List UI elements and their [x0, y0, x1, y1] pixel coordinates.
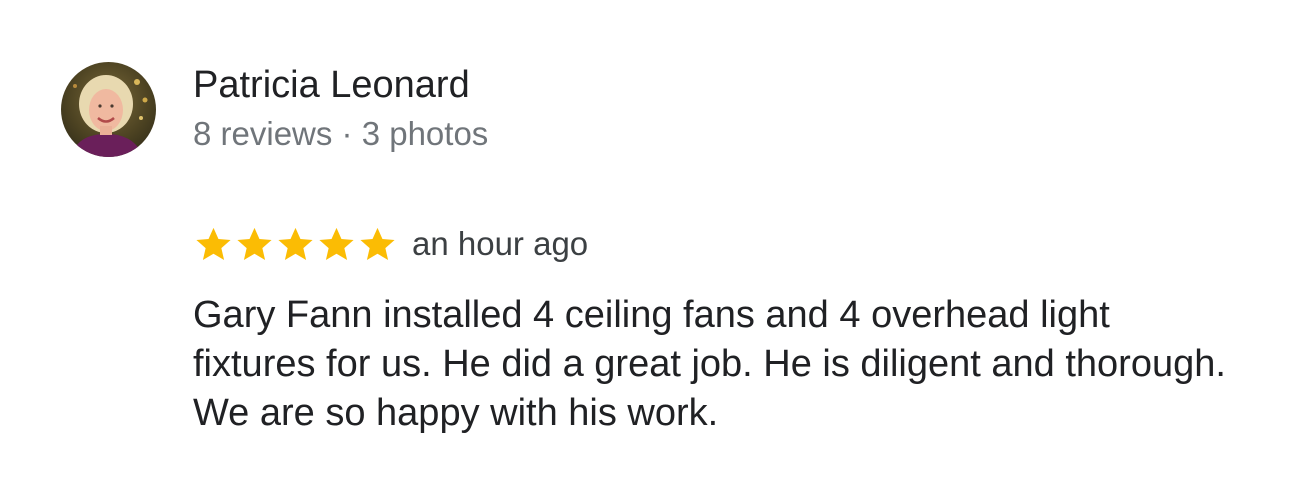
- star-icon: [278, 227, 313, 260]
- author-meta: 8 reviews · 3 photos: [193, 115, 489, 152]
- author-name[interactable]: Patricia Leonard: [193, 62, 470, 108]
- avatar[interactable]: [61, 62, 156, 157]
- star-rating: [193, 222, 398, 266]
- review-card: Patricia Leonard 8 reviews · 3 photos an…: [0, 0, 1290, 486]
- review-time: an hour ago: [412, 225, 589, 262]
- star-icon: [237, 227, 272, 260]
- rating-row: an hour ago: [193, 222, 588, 266]
- star-icon: [360, 227, 395, 260]
- star-icon: [196, 227, 231, 260]
- user-photo-icon: [61, 62, 156, 157]
- review-text: Gary Fann installed 4 ceiling fans and 4…: [193, 294, 1226, 434]
- star-icon: [319, 227, 354, 260]
